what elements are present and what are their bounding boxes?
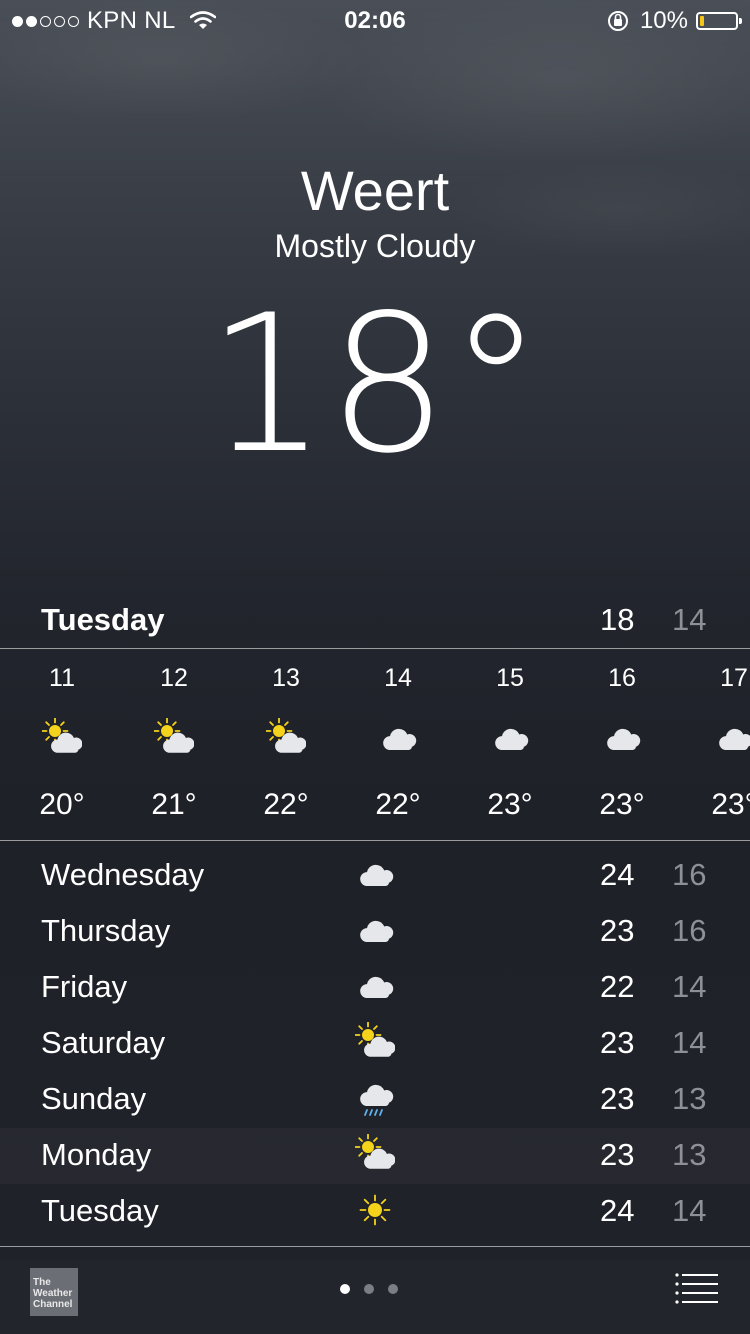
battery-nub (739, 18, 742, 24)
day-name: Friday (41, 969, 128, 1004)
cloud-icon (602, 718, 642, 758)
daily-row: Tuesday 24 14 (0, 1184, 750, 1240)
cloud-icon (355, 910, 395, 950)
cloud-icon (490, 718, 530, 758)
rotation-lock-icon (607, 11, 628, 31)
partly-sunny-icon (354, 1021, 396, 1062)
today-high: 18 (600, 602, 635, 637)
day-name: Sunday (41, 1081, 147, 1116)
cloud-icon (714, 718, 750, 758)
divider (0, 1246, 750, 1247)
city-list-icon[interactable] (674, 1272, 720, 1304)
rain-icon (355, 1078, 395, 1118)
hour-label: 17 (720, 664, 748, 692)
day-name: Thursday (41, 913, 171, 948)
hour-temperature: 20° (39, 788, 85, 821)
sun-icon (355, 1190, 395, 1230)
hour-label: 16 (608, 664, 636, 692)
day-high: 24 (600, 1193, 635, 1228)
hour-label: 13 (272, 664, 300, 692)
hour-label: 14 (384, 664, 412, 692)
hour-temperature: 22° (263, 788, 309, 821)
battery-percent: 10% (639, 7, 688, 34)
partly-sunny-icon (265, 717, 307, 758)
cloud-icon (378, 718, 418, 758)
day-name: Tuesday (41, 1193, 159, 1228)
page-indicator[interactable] (340, 1284, 398, 1294)
day-high: 23 (600, 1137, 635, 1172)
hour-label: 11 (49, 664, 75, 692)
day-high: 23 (600, 1025, 635, 1060)
daily-row: Thursday 23 16 (0, 904, 750, 960)
weather-channel-logo[interactable]: The Weather Channel (30, 1268, 78, 1316)
today-day: Tuesday (41, 602, 165, 637)
hour-temperature: 23° (487, 788, 533, 821)
current-temperature: 18° (206, 274, 544, 495)
daily-row: Wednesday 24 16 (0, 848, 750, 904)
day-low: 14 (672, 969, 707, 1004)
battery-icon (696, 12, 742, 30)
hour-temperature: 23° (599, 788, 645, 821)
hour-temperature: 22° (375, 788, 421, 821)
day-name: Saturday (41, 1025, 166, 1060)
day-low: 16 (672, 913, 707, 948)
battery-fill (700, 16, 704, 26)
hourly-forecast[interactable]: 11 20° 12 21° 13 22° 14 22° 15 23° 16 23° 17 23° (0, 650, 750, 840)
today-low: 14 (672, 602, 707, 637)
day-low: 16 (672, 857, 707, 892)
day-low: 13 (672, 1137, 707, 1172)
partly-sunny-icon (153, 717, 195, 758)
divider (0, 840, 750, 841)
day-low: 13 (672, 1081, 707, 1116)
page-dot[interactable] (340, 1284, 350, 1294)
today-summary: Tuesday 18 14 (0, 600, 750, 646)
day-high: 23 (600, 1081, 635, 1116)
cloud-icon (355, 966, 395, 1006)
day-name: Monday (41, 1137, 152, 1172)
hour-temperature: 21° (151, 788, 197, 821)
page-dot[interactable] (364, 1284, 374, 1294)
bottom-toolbar: The Weather Channel (0, 1260, 750, 1334)
partly-sunny-icon (41, 717, 83, 758)
daily-row: Monday 23 13 (0, 1128, 750, 1184)
day-high: 23 (600, 913, 635, 948)
day-name: Wednesday (41, 857, 205, 892)
hour-label: 12 (160, 664, 188, 692)
status-right: 10% (606, 7, 742, 35)
cloud-icon (355, 854, 395, 894)
daily-row: Sunday 23 13 (0, 1072, 750, 1128)
status-bar: KPN NL 02:06 10% (0, 0, 750, 40)
city-name: Weert (300, 159, 450, 222)
hour-label: 15 (496, 664, 524, 692)
day-low: 14 (672, 1193, 707, 1228)
hour-temperature: 23° (711, 788, 750, 821)
day-high: 24 (600, 857, 635, 892)
day-low: 14 (672, 1025, 707, 1060)
page-dot[interactable] (388, 1284, 398, 1294)
divider (0, 648, 750, 649)
daily-row: Friday 22 14 (0, 960, 750, 1016)
day-high: 22 (600, 969, 635, 1004)
partly-sunny-icon (354, 1133, 396, 1174)
daily-row: Saturday 23 14 (0, 1016, 750, 1072)
current-condition: Mostly Cloudy (274, 228, 476, 264)
